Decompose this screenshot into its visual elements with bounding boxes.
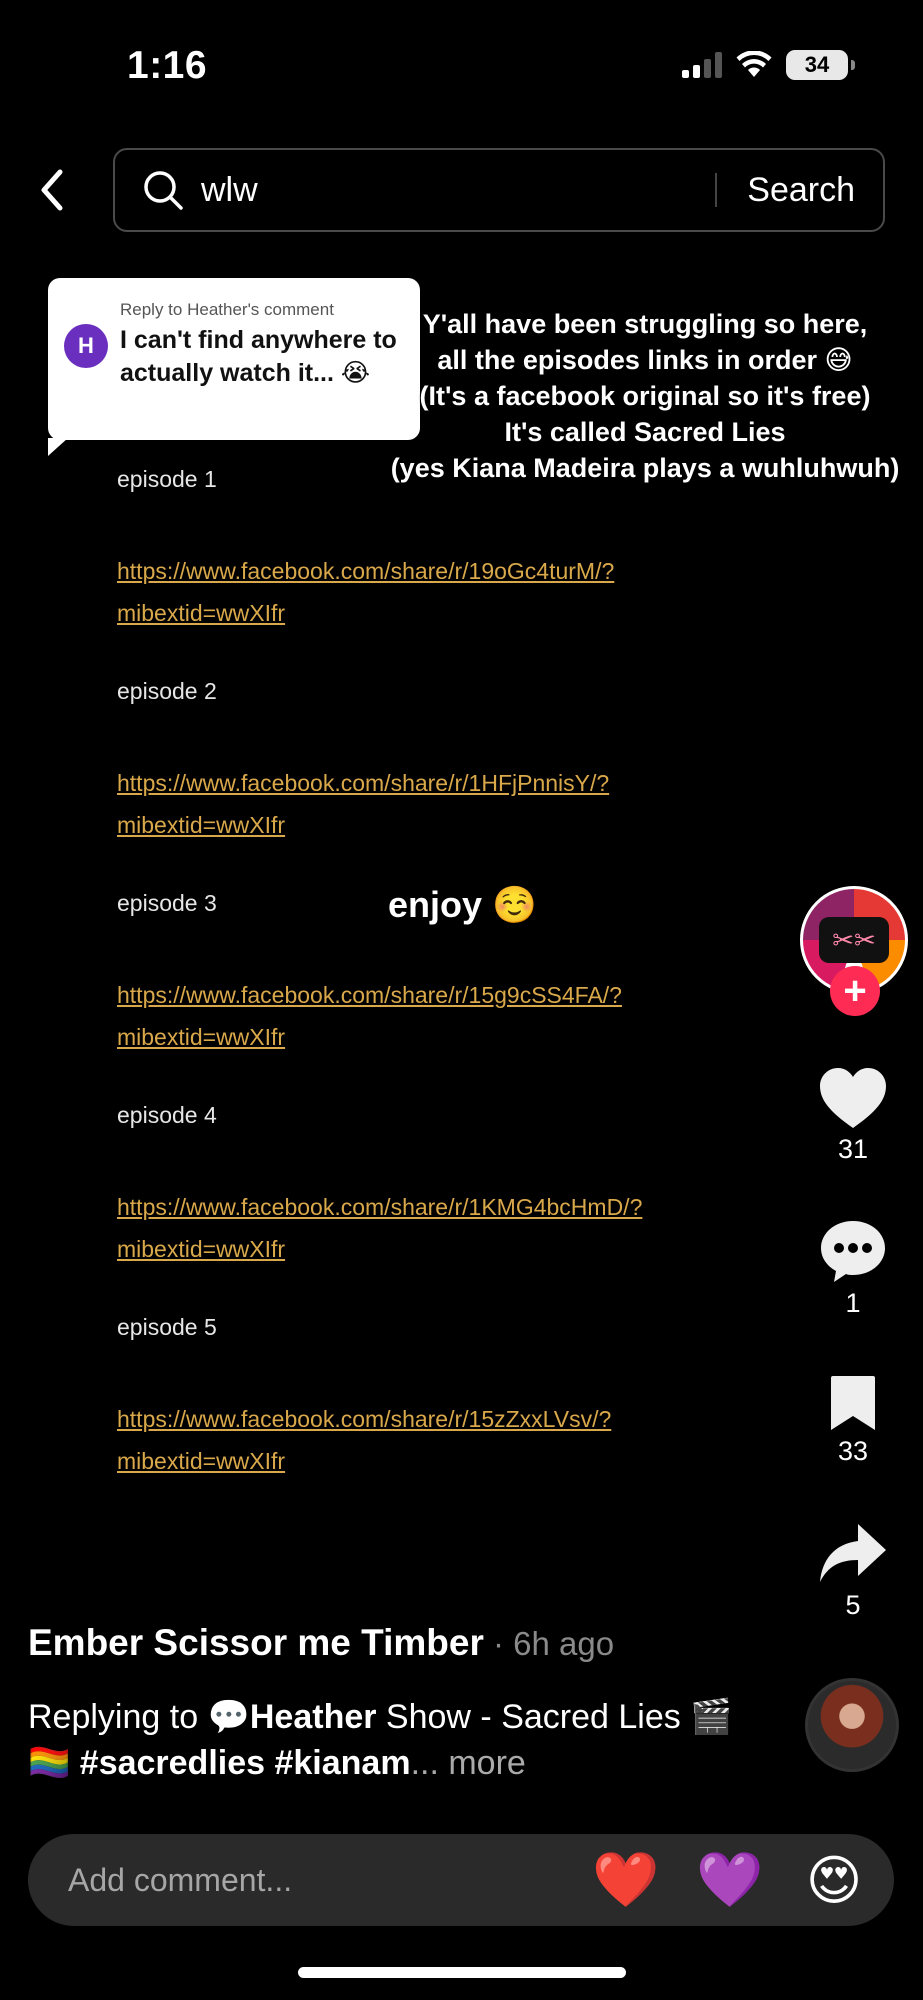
emoji-heart-eyes-button[interactable]: 😍	[782, 1849, 886, 1912]
save-count: 33	[837, 1436, 869, 1466]
search-button[interactable]: Search	[717, 171, 883, 210]
save-button[interactable]: 33	[783, 1374, 923, 1467]
share-arrow-icon	[820, 1524, 886, 1582]
episode-link: https://www.facebook.com/share/r/1HFjPnn…	[117, 762, 757, 846]
episode-link-line: mibextid=wwXIfr	[117, 1448, 286, 1474]
comment-bar[interactable]: Add comment... ❤️ 💜 😍	[28, 1834, 894, 1926]
video-caption-overlay: Y'all have been struggling so here, all …	[380, 306, 910, 486]
episode-list: episode 1 https://www.facebook.com/share…	[117, 466, 757, 1526]
like-button[interactable]: 31	[783, 1066, 923, 1165]
episode-link-line: mibextid=wwXIfr	[117, 1236, 286, 1262]
cellular-signal-icon	[682, 52, 722, 78]
emoji-purple-heart-button[interactable]: 💜	[678, 1848, 782, 1912]
replying-prefix: Replying to	[28, 1698, 208, 1736]
share-button[interactable]: 5	[783, 1522, 923, 1621]
reply-comment-sticker[interactable]: H Reply to Heather's comment I can't fin…	[48, 278, 420, 456]
caption-line: Y'all have been struggling so here,	[422, 309, 868, 339]
reply-meta: Reply to Heather's comment	[120, 300, 334, 319]
episode-label: episode 1	[117, 466, 217, 492]
battery-icon: 34	[786, 50, 855, 80]
bookmark-icon	[831, 1376, 875, 1430]
status-time: 1:16	[127, 44, 208, 87]
share-count: 5	[845, 1590, 861, 1620]
hashtags[interactable]: #sacredlies #kianam	[80, 1744, 411, 1782]
episode-link-line: https://www.facebook.com/share/r/1HFjPnn…	[117, 770, 610, 796]
episode-link-line: https://www.facebook.com/share/r/15g9cSS…	[117, 982, 622, 1008]
episode-link-line: https://www.facebook.com/share/r/15zZxxL…	[117, 1406, 612, 1432]
search-bar[interactable]: wlw Search	[113, 148, 885, 232]
episode-link: https://www.facebook.com/share/r/15g9cSS…	[117, 974, 757, 1058]
status-icons: 34	[682, 50, 855, 80]
caption-line: (It's a facebook original so it's free)	[419, 381, 871, 411]
caption-line: It's called Sacred Lies	[504, 417, 786, 447]
replying-user-link[interactable]: 💬Heather	[208, 1698, 377, 1736]
like-count: 31	[837, 1134, 869, 1164]
comment-bubble-icon	[821, 1221, 885, 1282]
enjoy-text: enjoy ☺️	[388, 884, 537, 925]
episode-item: episode 2 https://www.facebook.com/share…	[117, 678, 757, 846]
home-indicator[interactable]	[298, 1967, 626, 1978]
search-input[interactable]: wlw	[201, 171, 715, 210]
episode-link-line: mibextid=wwXIfr	[117, 812, 286, 838]
episode-label: episode 4	[117, 1102, 217, 1128]
back-button[interactable]	[30, 165, 74, 215]
episode-link-line: mibextid=wwXIfr	[117, 1024, 286, 1050]
episode-label: episode 5	[117, 1314, 217, 1340]
add-comment-input[interactable]: Add comment...	[68, 1862, 574, 1899]
episode-link-line: https://www.facebook.com/share/r/1KMG4bc…	[117, 1194, 643, 1220]
episode-item: episode 5 https://www.facebook.com/share…	[117, 1314, 757, 1482]
chevron-left-icon	[41, 169, 63, 211]
more-button[interactable]: ... more	[411, 1744, 526, 1782]
sound-avatar[interactable]	[805, 1678, 899, 1772]
heart-icon	[820, 1068, 886, 1128]
scissors-icon: ✂✂	[819, 917, 889, 963]
comment-count: 1	[845, 1288, 861, 1318]
author-name[interactable]: Ember Scissor me Timber	[28, 1622, 484, 1663]
episode-label: episode 2	[117, 678, 217, 704]
caption-line: all the episodes links in order 😅	[437, 345, 853, 375]
post-author-line[interactable]: Ember Scissor me Timber · 6h ago	[28, 1622, 614, 1664]
episode-item: episode 4 https://www.facebook.com/share…	[117, 1102, 757, 1270]
episode-link-line: https://www.facebook.com/share/r/19oGc4t…	[117, 558, 615, 584]
episode-item: episode 1 https://www.facebook.com/share…	[117, 466, 757, 634]
reply-text: I can't find anywhere to actually watch …	[120, 326, 397, 387]
wifi-icon	[736, 51, 772, 77]
post-description[interactable]: Replying to 💬Heather Show - Sacred Lies …	[28, 1694, 748, 1786]
reply-avatar: H	[64, 324, 108, 368]
comment-button[interactable]: 1	[783, 1218, 923, 1319]
episode-link: https://www.facebook.com/share/r/1KMG4bc…	[117, 1186, 757, 1270]
emoji-red-heart-button[interactable]: ❤️	[574, 1848, 678, 1912]
episode-link: https://www.facebook.com/share/r/19oGc4t…	[117, 550, 757, 634]
search-icon	[144, 171, 183, 210]
episode-link: https://www.facebook.com/share/r/15zZxxL…	[117, 1398, 757, 1482]
post-time: · 6h ago	[483, 1625, 615, 1662]
follow-button[interactable]: +	[830, 966, 880, 1016]
episode-link-line: mibextid=wwXIfr	[117, 600, 286, 626]
